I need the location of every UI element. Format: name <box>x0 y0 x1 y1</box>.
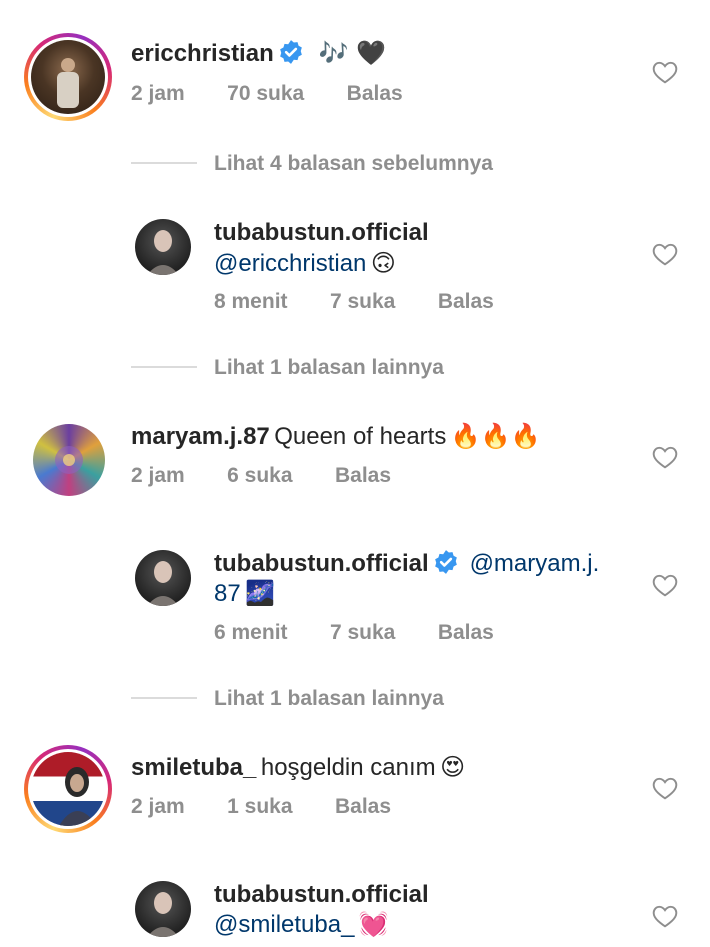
reply-button[interactable]: Balas <box>438 290 494 313</box>
comment-likes[interactable]: 70 suka <box>227 82 304 105</box>
comment-username[interactable]: maryam.j.87 <box>131 423 270 450</box>
comment-time: 2 jam <box>131 795 185 818</box>
reply-likes[interactable]: 7 suka <box>330 621 395 644</box>
verified-badge-icon <box>280 40 303 64</box>
comment-likes[interactable]: 6 suka <box>227 464 292 487</box>
reply-avatar[interactable] <box>135 219 191 275</box>
reply-time: 8 menit <box>214 290 288 313</box>
comment-username[interactable]: smiletuba_ <box>131 754 256 781</box>
reply-emoji: 🌌 <box>245 579 276 607</box>
reply-button[interactable]: Balas <box>347 82 403 105</box>
reply-button[interactable]: Balas <box>335 464 391 487</box>
comment-emoji: 🎶 🖤 <box>318 39 387 67</box>
like-heart-icon[interactable] <box>652 60 678 84</box>
comment-time: 2 jam <box>131 82 185 105</box>
avatar[interactable] <box>24 33 112 121</box>
comment-time: 2 jam <box>131 464 185 487</box>
avatar[interactable] <box>24 745 112 833</box>
reply-button[interactable]: Balas <box>335 795 391 818</box>
like-heart-icon[interactable] <box>652 776 678 800</box>
like-heart-icon[interactable] <box>652 904 678 928</box>
reply-avatar[interactable] <box>135 881 191 937</box>
reply-mention-continued[interactable]: 87 <box>214 580 241 607</box>
reply-username[interactable]: tubabustun.official <box>214 881 429 908</box>
reply-button[interactable]: Balas <box>438 621 494 644</box>
divider <box>131 162 197 164</box>
comment-username[interactable]: ericchristian <box>131 40 274 67</box>
comment-emoji: 😍 <box>440 753 466 781</box>
reply-username[interactable]: tubabustun.official <box>214 219 429 246</box>
view-previous-replies-link[interactable]: Lihat 4 balasan sebelumnya <box>214 152 493 176</box>
comment-text: Queen of hearts <box>274 423 447 450</box>
avatar[interactable] <box>33 424 105 496</box>
comment-text: hoşgeldin canım <box>260 754 436 781</box>
comment-likes[interactable]: 1 suka <box>227 795 292 818</box>
like-heart-icon[interactable] <box>652 445 678 469</box>
reply-likes[interactable]: 7 suka <box>330 290 395 313</box>
reply-emoji: 💓 <box>358 910 389 938</box>
reply-avatar[interactable] <box>135 550 191 606</box>
view-more-replies-link[interactable]: Lihat 1 balasan lainnya <box>214 687 444 711</box>
reply-mention[interactable]: @smiletuba_ <box>214 911 354 938</box>
like-heart-icon[interactable] <box>652 242 678 266</box>
reply-mention[interactable]: @maryam.j. <box>470 550 600 577</box>
reply-username[interactable]: tubabustun.official <box>214 550 429 577</box>
comment-emoji: 🔥🔥🔥 <box>450 422 541 450</box>
divider <box>131 366 197 368</box>
like-heart-icon[interactable] <box>652 573 678 597</box>
divider <box>131 697 197 699</box>
verified-badge-icon <box>435 550 457 574</box>
view-more-replies-link[interactable]: Lihat 1 balasan lainnya <box>214 356 444 380</box>
reply-mention[interactable]: @ericchristian <box>214 250 366 277</box>
reply-emoji: 🙃 <box>370 249 396 277</box>
reply-time: 6 menit <box>214 621 288 644</box>
